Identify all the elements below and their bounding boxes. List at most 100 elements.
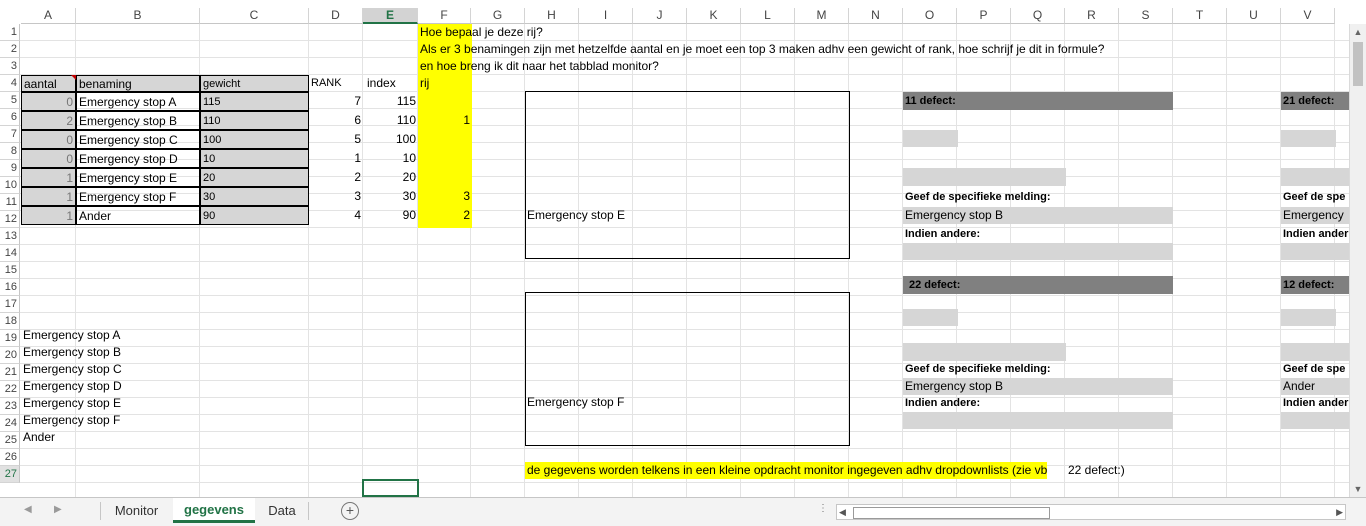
scroll-right-icon[interactable]: ▶ [1336,505,1343,519]
panel-11-dropdown-2[interactable] [903,168,1066,186]
row-header-8[interactable]: 8 [0,143,20,160]
chart-box-bottom[interactable] [525,292,850,446]
table-cell-aantal[interactable]: 1 [21,206,76,225]
note-question-2[interactable]: Als er 3 benamingen zijn met hetzelfde a… [418,41,1106,58]
row-header-23[interactable]: 23 [0,398,20,415]
row-header-27[interactable]: 27 [0,466,20,483]
list-item[interactable]: Ander [21,429,57,446]
row-header-12[interactable]: 12 [0,211,20,228]
panel-12-title[interactable]: 12 defect: [1281,276,1349,294]
row-header-7[interactable]: 7 [0,126,20,143]
table-cell-rij[interactable]: 2 [418,206,472,225]
row-header-6[interactable]: 6 [0,109,20,126]
row-header-17[interactable]: 17 [0,296,20,313]
column-header-l[interactable]: L [741,8,795,24]
table-cell-gewicht[interactable]: 90 [200,206,309,225]
table-cell-index[interactable]: 90 [363,206,418,225]
list-item[interactable]: Emergency stop E [21,395,123,412]
list-item[interactable]: Emergency stop B [21,344,123,361]
table-cell-rank[interactable]: 5 [309,130,363,149]
column-header-k[interactable]: K [687,8,741,24]
table-cell-index[interactable]: 20 [363,168,418,187]
column-header-c[interactable]: C [200,8,309,24]
table-cell-aantal[interactable]: 1 [21,187,76,206]
panel-21-melding-value[interactable]: Emergency [1281,207,1349,224]
list-item[interactable]: Emergency stop D [21,378,124,395]
panel-22-title[interactable]: 22 defect: [903,276,1173,294]
table-cell-aantal[interactable]: 0 [21,149,76,168]
header-aantal[interactable]: aantal [21,75,76,92]
table-cell-rij[interactable] [418,149,472,168]
column-header-u[interactable]: U [1227,8,1281,24]
worksheet-grid[interactable]: ABCDEFGHIJKLMNOPQRSTUV 1 2 3 4 5 6 7 8 9 10 11 12 13… [0,0,1366,497]
column-header-j[interactable]: J [633,8,687,24]
table-cell-rij[interactable] [418,130,472,149]
table-cell-index[interactable]: 100 [363,130,418,149]
column-header-f[interactable]: F [418,8,471,24]
tab-monitor[interactable]: Monitor [101,498,172,523]
table-cell-aantal[interactable]: 0 [21,130,76,149]
row-header-11[interactable]: 11 [0,194,20,211]
panel-22-andere-input[interactable] [903,412,1173,429]
panel-21-dropdown-2[interactable] [1281,168,1349,186]
column-header-q[interactable]: Q [1011,8,1065,24]
table-cell-aantal[interactable]: 1 [21,168,76,187]
row-header-3[interactable]: 3 [0,58,20,75]
scroll-left-icon[interactable]: ◀ [839,505,846,519]
list-item[interactable]: Emergency stop A [21,327,122,344]
table-cell-benaming[interactable]: Emergency stop F [76,187,200,206]
panel-21-title[interactable]: 21 defect: [1281,92,1349,110]
vertical-scrollbar[interactable]: ▲ ▼ [1349,24,1366,497]
row-header-15[interactable]: 15 [0,262,20,279]
add-sheet-icon[interactable]: + [341,502,359,520]
panel-11-andere-input[interactable] [903,243,1173,260]
table-cell-rank[interactable]: 4 [309,206,363,225]
row-header-14[interactable]: 14 [0,245,20,262]
panel-12-dropdown-2[interactable] [1281,343,1349,361]
row-header-24[interactable]: 24 [0,415,20,432]
table-cell-rank[interactable]: 6 [309,111,363,130]
table-cell-benaming[interactable]: Ander [76,206,200,225]
panel-21-andere-input[interactable] [1281,243,1349,260]
active-cell-selection[interactable] [362,479,419,497]
table-cell-index[interactable]: 10 [363,149,418,168]
column-header-h[interactable]: H [525,8,579,24]
note-question-1[interactable]: Hoe bepaal je deze rij? [418,24,545,41]
column-header-i[interactable]: I [579,8,633,24]
scroll-down-icon[interactable]: ▼ [1350,481,1366,497]
row-header-26[interactable]: 26 [0,449,20,466]
panel-12-dropdown-1[interactable] [1281,309,1336,326]
header-benaming[interactable]: benaming [76,75,200,92]
column-header-a[interactable]: A [21,8,76,24]
row-header-2[interactable]: 2 [0,41,20,58]
header-gewicht[interactable]: gewicht [200,75,309,92]
row-header-10[interactable]: 10 [0,177,20,194]
row-header-22[interactable]: 22 [0,381,20,398]
hscroll-thumb[interactable] [853,507,1050,519]
list-item[interactable]: Emergency stop F [21,412,122,429]
table-cell-rij[interactable] [418,92,472,111]
table-cell-rank[interactable]: 7 [309,92,363,111]
table-cell-benaming[interactable]: Emergency stop C [76,130,200,149]
panel-22-dropdown-2[interactable] [903,343,1066,361]
row-header-13[interactable]: 13 [0,228,20,245]
note-question-3[interactable]: en hoe breng ik dit naar het tabblad mon… [418,58,661,75]
table-cell-rij[interactable]: 3 [418,187,472,206]
row-header-20[interactable]: 20 [0,347,20,364]
row-header-5[interactable]: 5 [0,92,20,109]
column-header-v[interactable]: V [1281,8,1335,24]
table-cell-benaming[interactable]: Emergency stop E [76,168,200,187]
table-cell-aantal[interactable]: 0 [21,92,76,111]
table-cell-rij[interactable] [418,168,472,187]
table-cell-benaming[interactable]: Emergency stop A [76,92,200,111]
table-cell-gewicht[interactable]: 115 [200,92,309,111]
row-header-4[interactable]: 4 [0,75,20,92]
table-cell-index[interactable]: 110 [363,111,418,130]
column-header-s[interactable]: S [1119,8,1173,24]
table-cell-rank[interactable]: 1 [309,149,363,168]
horizontal-scrollbar[interactable]: ◀ ▶ [836,504,1346,520]
list-item[interactable]: Emergency stop C [21,361,124,378]
column-header-d[interactable]: D [309,8,363,24]
row-header-18[interactable]: 18 [0,313,20,330]
panel-11-melding-value[interactable]: Emergency stop B [903,207,1173,224]
